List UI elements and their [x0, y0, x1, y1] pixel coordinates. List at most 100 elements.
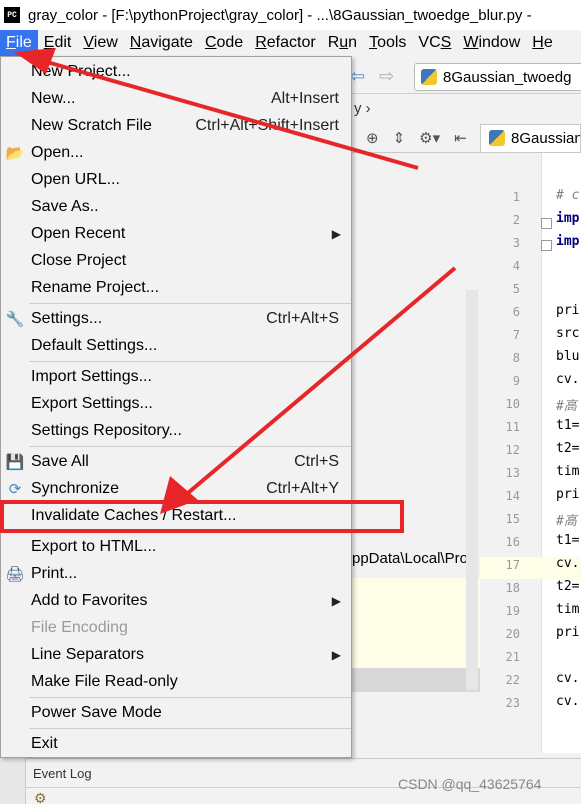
- menu-item-settings[interactable]: 🔧 Settings... Ctrl+Alt+S: [1, 305, 351, 332]
- menu-file[interactable]: File: [0, 30, 38, 56]
- python-file-icon: [421, 69, 437, 85]
- line-number: 12: [505, 443, 520, 457]
- title-bar: PC gray_color - [F:\pythonProject\gray_c…: [0, 0, 581, 30]
- menu-refactor[interactable]: Refactor: [249, 30, 321, 56]
- forward-arrow-icon[interactable]: ⇨: [379, 66, 394, 86]
- code-line[interactable]: t1=: [556, 533, 579, 548]
- hide-panel-icon[interactable]: ⇤: [454, 129, 467, 147]
- navigation-file-label: 8Gaussian_twoedg: [443, 68, 572, 86]
- code-line[interactable]: cv.: [556, 556, 579, 571]
- code-line[interactable]: t1=: [556, 418, 579, 433]
- code-line[interactable]: blu: [556, 349, 579, 364]
- code-line[interactable]: pri: [556, 625, 579, 640]
- menu-item-line-separators[interactable]: Line Separators ▶: [1, 641, 351, 668]
- menu-item-shortcut: Ctrl+Alt+Shift+Insert: [195, 116, 339, 134]
- menu-navigate[interactable]: Navigate: [124, 30, 199, 56]
- fold-marker-icon[interactable]: [541, 218, 552, 229]
- menu-run[interactable]: Run: [322, 30, 363, 56]
- code-line[interactable]: src: [556, 326, 579, 341]
- menu-item-label: Add to Favorites: [31, 591, 148, 609]
- menu-item-exit[interactable]: Exit: [1, 730, 351, 757]
- code-line[interactable]: cv.: [556, 372, 579, 387]
- navigation-file-tab[interactable]: 8Gaussian_twoedg: [414, 63, 581, 91]
- menu-item-save-as[interactable]: Save As..: [1, 193, 351, 220]
- code-line[interactable]: cv.: [556, 694, 579, 709]
- menu-item-label: Close Project: [31, 251, 127, 269]
- menu-view[interactable]: View: [77, 30, 123, 56]
- line-number: 17: [505, 558, 520, 572]
- fold-marker-icon[interactable]: [541, 240, 552, 251]
- line-number: 22: [505, 673, 520, 687]
- menu-tools[interactable]: Tools: [363, 30, 412, 56]
- menu-item-close-project[interactable]: Close Project: [1, 247, 351, 274]
- menu-item-make-file-read-only[interactable]: Make File Read-only: [1, 668, 351, 695]
- line-number: 16: [505, 535, 520, 549]
- menu-item-open-recent[interactable]: Open Recent ▶: [1, 220, 351, 247]
- code-line[interactable]: pri: [556, 303, 579, 318]
- pycharm-app-icon: PC: [4, 7, 20, 23]
- code-line[interactable]: t2=: [556, 441, 579, 456]
- code-line[interactable]: cv.: [556, 671, 579, 686]
- tool-window-strip: [0, 758, 26, 804]
- code-line[interactable]: #高: [556, 395, 577, 414]
- menu-item-new[interactable]: New... Alt+Insert: [1, 85, 351, 112]
- menu-item-power-save-mode[interactable]: Power Save Mode: [1, 699, 351, 726]
- menu-item-settings-repository[interactable]: Settings Repository...: [1, 417, 351, 444]
- menu-item-open-url[interactable]: Open URL...: [1, 166, 351, 193]
- code-line[interactable]: pri: [556, 487, 579, 502]
- line-number: 6: [512, 305, 520, 319]
- code-line[interactable]: imp: [556, 234, 579, 249]
- menu-vcs[interactable]: VCS: [412, 30, 457, 56]
- menu-item-label: Open URL...: [31, 170, 120, 188]
- code-line[interactable]: tim: [556, 602, 579, 617]
- menu-item-export-settings[interactable]: Export Settings...: [1, 390, 351, 417]
- menu-bar: File Edit View Navigate Code Refactor Run Tools…: [0, 30, 581, 56]
- code-line[interactable]: #高: [556, 510, 577, 529]
- menu-item-label: Save As..: [31, 197, 99, 215]
- menu-separator: [29, 303, 351, 304]
- menu-separator: [29, 728, 351, 729]
- code-line[interactable]: tim: [556, 464, 579, 479]
- menu-item-add-to-favorites[interactable]: Add to Favorites ▶: [1, 587, 351, 614]
- back-arrow-icon[interactable]: ⇦: [350, 66, 365, 86]
- menu-item-export-to-html[interactable]: Export to HTML...: [1, 533, 351, 560]
- menu-item-open[interactable]: 📂 Open...: [1, 139, 351, 166]
- code-line[interactable]: t2=: [556, 579, 579, 594]
- locate-icon[interactable]: ⊕: [366, 129, 379, 147]
- line-number: 5: [512, 282, 520, 296]
- event-log-settings-icon[interactable]: ⚙: [34, 790, 47, 804]
- project-scrollbar[interactable]: [466, 290, 478, 690]
- menu-item-save-all[interactable]: 💾 Save All Ctrl+S: [1, 448, 351, 475]
- menu-item-shortcut: Ctrl+Alt+Y: [266, 479, 339, 497]
- menu-item-label: Settings Repository...: [31, 421, 182, 439]
- menu-item-shortcut: Alt+Insert: [270, 89, 339, 107]
- menu-item-print[interactable]: 🖨 Print...: [1, 560, 351, 587]
- menu-edit[interactable]: Edit: [38, 30, 78, 56]
- menu-item-label: Settings...: [31, 309, 103, 327]
- menu-item-import-settings[interactable]: Import Settings...: [1, 363, 351, 390]
- line-number: 10: [505, 397, 520, 411]
- collapse-icon[interactable]: ⇕: [393, 129, 406, 147]
- menu-item-label: Synchronize: [31, 479, 120, 497]
- line-number: 9: [512, 374, 520, 388]
- menu-he[interactable]: He: [526, 30, 558, 56]
- line-number: 23: [505, 696, 520, 710]
- menu-item-default-settings[interactable]: Default Settings...: [1, 332, 351, 359]
- menu-window[interactable]: Window: [457, 30, 526, 56]
- annotation-highlight-box: [0, 500, 404, 533]
- menu-item-label: Make File Read-only: [31, 672, 178, 690]
- menu-item-label: Export to HTML...: [31, 537, 157, 555]
- menu-item-synchronize[interactable]: ⟳ Synchronize Ctrl+Alt+Y: [1, 475, 351, 502]
- menu-item-label: Open Recent: [31, 224, 126, 242]
- line-number: 21: [505, 650, 520, 664]
- menu-item-new-project[interactable]: New Project...: [1, 58, 351, 85]
- menu-item-new-scratch-file[interactable]: New Scratch File Ctrl+Alt+Shift+Insert: [1, 112, 351, 139]
- code-line[interactable]: imp: [556, 211, 579, 226]
- line-number: 18: [505, 581, 520, 595]
- menu-code[interactable]: Code: [199, 30, 249, 56]
- gear-icon[interactable]: ⚙▾: [419, 129, 440, 147]
- menu-item-rename-project[interactable]: Rename Project...: [1, 274, 351, 301]
- project-selected-row: [352, 668, 480, 692]
- code-line[interactable]: # c: [556, 188, 579, 203]
- editor-tab[interactable]: 8Gaussian: [480, 124, 581, 152]
